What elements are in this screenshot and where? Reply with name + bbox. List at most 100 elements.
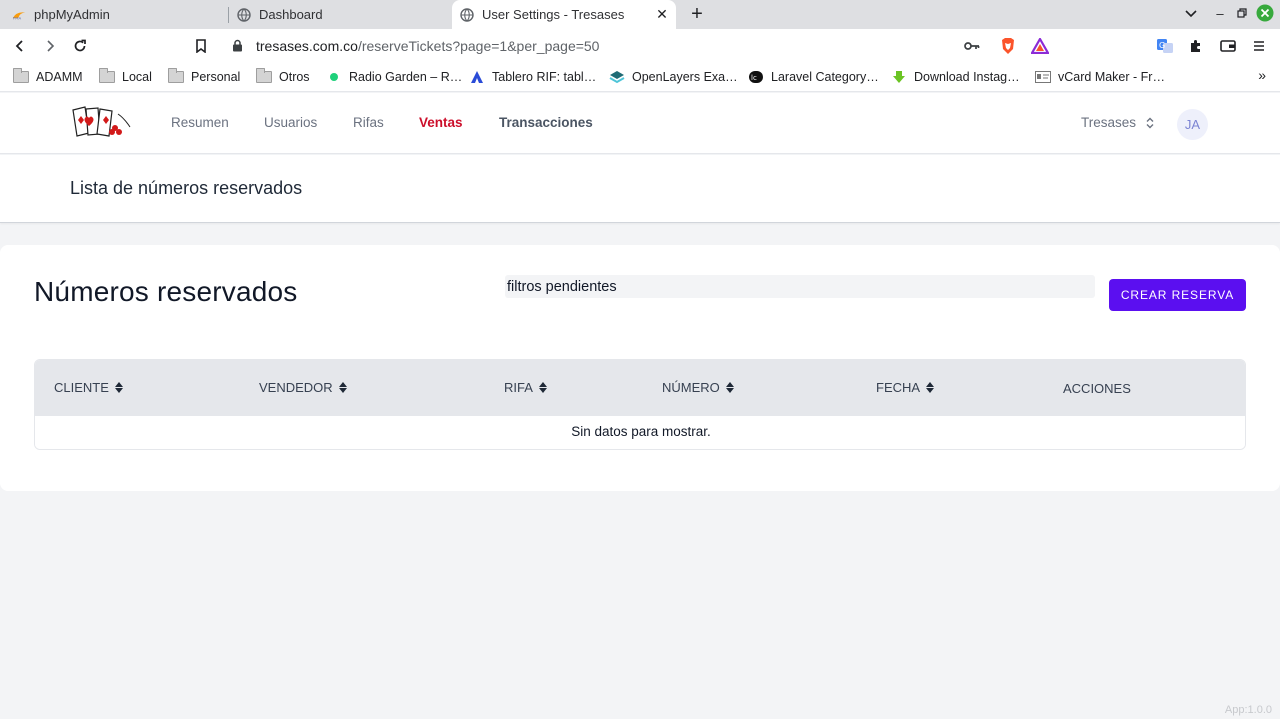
tab-title: User Settings - Tresases xyxy=(482,7,625,22)
team-name: Tresases xyxy=(1081,115,1137,130)
nav-resumen[interactable]: Resumen xyxy=(171,115,229,130)
team-switcher[interactable]: Tresases xyxy=(1081,115,1154,130)
nav-transacciones[interactable]: Transacciones xyxy=(499,115,593,130)
minimize-button[interactable]: – xyxy=(1212,5,1228,23)
sort-icon xyxy=(538,382,547,393)
svg-text:G: G xyxy=(1159,41,1165,50)
new-tab-button[interactable]: + xyxy=(686,3,708,25)
bookmark-label: ADAMM xyxy=(36,70,83,84)
close-window-button[interactable] xyxy=(1256,4,1274,22)
nav-rifas[interactable]: Rifas xyxy=(353,115,384,130)
column-header-acciones: ACCIONES xyxy=(1063,381,1131,396)
column-label: ACCIONES xyxy=(1063,381,1131,396)
column-header-numero[interactable]: NÚMERO xyxy=(662,380,734,395)
bookmark-download-instagram[interactable]: Download Instag… xyxy=(891,67,1020,87)
column-label: RIFA xyxy=(504,380,533,395)
brave-rewards-icon[interactable] xyxy=(1030,36,1050,56)
sort-icon xyxy=(114,382,123,393)
bookmark-label: Radio Garden – R… xyxy=(349,70,463,84)
bookmark-vcard-maker[interactable]: vCard Maker - Fr… xyxy=(1035,67,1165,87)
globe-icon xyxy=(237,7,251,22)
table-header: CLIENTE VENDEDOR RIFA NÚMERO FECHA ACCIO… xyxy=(35,360,1245,416)
bookmark-adamm[interactable]: ADAMM xyxy=(13,67,83,87)
globe-icon xyxy=(460,7,474,22)
page-title: Números reservados xyxy=(34,276,298,307)
empty-state-message: Sin datos para mostrar. xyxy=(35,416,1245,449)
bookmark-label: vCard Maker - Fr… xyxy=(1058,70,1165,84)
extensions-icon[interactable] xyxy=(1185,35,1207,57)
folder-icon xyxy=(99,68,115,84)
key-icon[interactable] xyxy=(962,36,982,56)
lock-icon xyxy=(232,39,246,52)
tab-phpmyadmin[interactable]: PMA phpMyAdmin xyxy=(4,0,226,29)
column-header-vendedor[interactable]: VENDEDOR xyxy=(259,380,347,395)
url-path: /reserveTickets?page=1&per_page=50 xyxy=(357,37,600,54)
browser-tabstrip: PMA phpMyAdmin Dashboard User Settings -… xyxy=(0,0,1280,29)
tab-title: Dashboard xyxy=(259,7,323,22)
bookmark-label: Download Instag… xyxy=(914,70,1020,84)
column-label: CLIENTE xyxy=(54,380,109,395)
bookmarks-bar: ADAMM Local Personal Otros Radio Garden … xyxy=(0,62,1280,92)
laravel-icon: lc xyxy=(748,70,764,84)
back-icon[interactable] xyxy=(9,35,31,57)
folder-icon xyxy=(256,68,272,84)
close-tab-icon[interactable]: ✕ xyxy=(654,6,670,22)
logo[interactable] xyxy=(70,104,132,140)
page-header: Lista de números reservados xyxy=(0,155,1280,223)
bookmark-radio-garden[interactable]: Radio Garden – R… xyxy=(326,67,462,87)
bookmark-label: Otros xyxy=(279,70,310,84)
sort-icon xyxy=(725,382,734,393)
bookmark-tablero-rif[interactable]: Tablero RIF: tabl… xyxy=(469,67,596,87)
radio-garden-icon xyxy=(326,70,342,84)
nav-ventas[interactable]: Ventas xyxy=(419,115,463,130)
reservations-table: CLIENTE VENDEDOR RIFA NÚMERO FECHA ACCIO… xyxy=(34,359,1246,450)
forward-icon[interactable] xyxy=(39,35,61,57)
address-bar[interactable]: tresases.com.co/reserveTickets?page=1&pe… xyxy=(222,32,1058,59)
atlassian-icon xyxy=(469,70,485,84)
sort-icon xyxy=(926,382,935,393)
bookmark-label: Laravel Category… xyxy=(771,70,879,84)
bookmark-personal[interactable]: Personal xyxy=(168,67,240,87)
avatar[interactable]: JA xyxy=(1177,109,1208,140)
tab-search-icon[interactable] xyxy=(1182,5,1200,23)
more-bookmarks-button[interactable]: » xyxy=(1258,67,1266,83)
tab-dashboard[interactable]: Dashboard xyxy=(229,0,451,29)
column-header-rifa[interactable]: RIFA xyxy=(504,380,547,395)
wallet-icon[interactable] xyxy=(1217,35,1239,57)
restore-button[interactable] xyxy=(1234,5,1250,23)
bookmark-label: Personal xyxy=(191,70,241,84)
openlayers-icon xyxy=(609,70,625,84)
reload-icon[interactable] xyxy=(69,35,91,57)
phpmyadmin-icon: PMA xyxy=(12,8,26,22)
menu-icon[interactable] xyxy=(1248,35,1270,57)
chevron-up-down-icon xyxy=(1146,117,1154,129)
svg-text:PMA: PMA xyxy=(13,15,22,20)
svg-text:lc: lc xyxy=(751,74,757,82)
app-navbar: Resumen Usuarios Rifas Ventas Transaccio… xyxy=(0,93,1280,154)
bookmark-icon[interactable] xyxy=(190,35,212,57)
bookmark-laravel[interactable]: lc Laravel Category… xyxy=(748,67,879,87)
filter-input[interactable] xyxy=(505,275,1095,298)
page-header-title: Lista de números reservados xyxy=(70,178,303,198)
create-reservation-button[interactable]: CREAR RESERVA xyxy=(1109,279,1246,311)
column-label: FECHA xyxy=(876,380,921,395)
column-header-fecha[interactable]: FECHA xyxy=(876,380,935,395)
url-text: tresases.com.co/reserveTickets?page=1&pe… xyxy=(256,38,599,54)
column-label: NÚMERO xyxy=(662,380,720,395)
browser-toolbar: tresases.com.co/reserveTickets?page=1&pe… xyxy=(0,29,1280,62)
url-host: tresases.com.co xyxy=(256,37,358,54)
tab-user-settings[interactable]: User Settings - Tresases ✕ xyxy=(452,0,676,29)
download-icon xyxy=(891,70,907,84)
folder-icon xyxy=(168,68,184,84)
nav-usuarios[interactable]: Usuarios xyxy=(264,115,317,130)
tab-title: phpMyAdmin xyxy=(34,7,110,22)
brave-shields-icon[interactable] xyxy=(998,36,1018,56)
bookmark-otros[interactable]: Otros xyxy=(256,67,310,87)
vcard-icon xyxy=(1035,70,1051,84)
translate-icon[interactable]: G xyxy=(1154,35,1176,57)
folder-icon xyxy=(13,68,29,84)
bookmark-label: OpenLayers Exa… xyxy=(632,70,738,84)
bookmark-openlayers[interactable]: OpenLayers Exa… xyxy=(609,67,738,87)
bookmark-local[interactable]: Local xyxy=(99,67,152,87)
column-header-cliente[interactable]: CLIENTE xyxy=(54,380,123,395)
